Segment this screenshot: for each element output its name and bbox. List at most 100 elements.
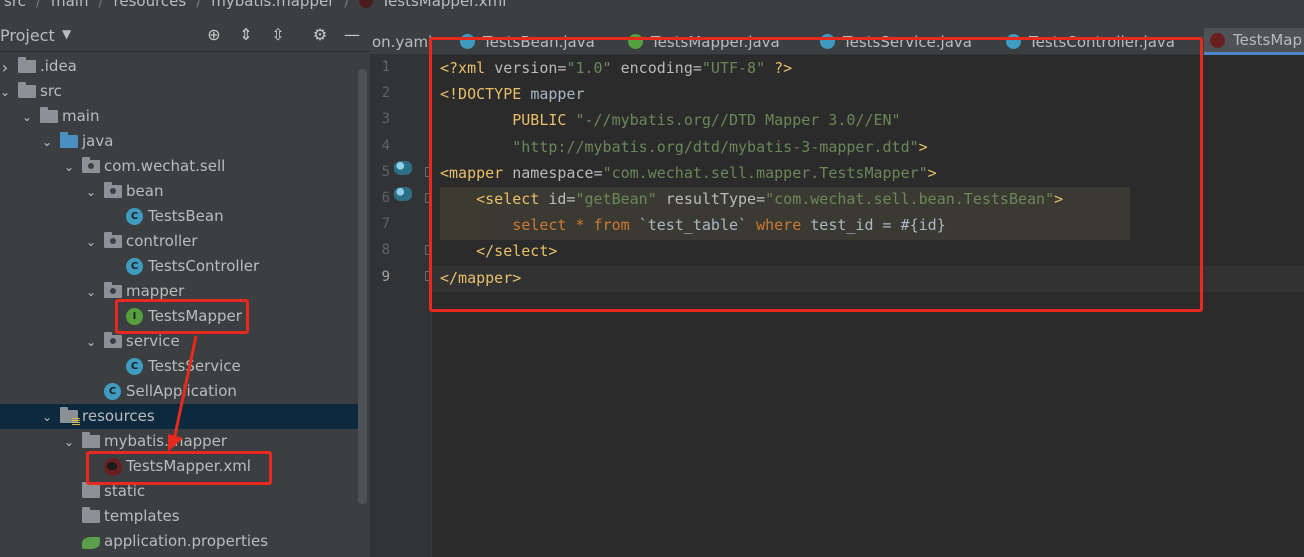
package-icon xyxy=(82,157,100,173)
tree-row-src[interactable]: ⌄ src xyxy=(0,79,360,104)
tree-row-testsbean[interactable]: C TestsBean xyxy=(0,204,360,229)
tree-item-label: src xyxy=(40,82,62,100)
chevron-down-icon[interactable]: ⌄ xyxy=(0,85,12,99)
tree-row-testsservice[interactable]: C TestsService xyxy=(0,354,360,379)
bean-gutter-icon[interactable] xyxy=(394,187,414,205)
chevron-down-icon[interactable]: ⌄ xyxy=(62,160,76,174)
breadcrumb-separator: / xyxy=(196,0,202,10)
chevron-down-icon[interactable]: ⌄ xyxy=(40,135,54,149)
chevron-down-icon[interactable]: ▼ xyxy=(62,27,71,41)
chevron-down-icon[interactable]: ⌄ xyxy=(84,235,98,249)
tree-row-controller[interactable]: ⌄ controller xyxy=(0,229,360,254)
breadcrumb-item[interactable]: main xyxy=(47,0,92,10)
tree-row-bean[interactable]: ⌄ bean xyxy=(0,179,360,204)
package-icon xyxy=(104,182,122,198)
resources-mark-icon xyxy=(72,418,80,425)
chevron-down-icon[interactable]: ⌄ xyxy=(20,110,34,124)
tree-item-label: application.properties xyxy=(104,532,269,550)
resources-folder-icon xyxy=(60,407,80,425)
chevron-right-icon[interactable]: › xyxy=(0,58,12,77)
tree-item-label: java xyxy=(82,132,114,150)
line-number: 3 xyxy=(381,111,390,128)
gear-icon[interactable]: ⚙ xyxy=(310,24,330,44)
tree-row-java[interactable]: ⌄ java xyxy=(0,129,360,154)
annotation-box-code xyxy=(429,37,1203,312)
annotation-box-mapper-interface xyxy=(115,299,249,334)
tree-item-label: TestsService xyxy=(148,357,241,375)
package-icon xyxy=(104,232,122,248)
folder-icon xyxy=(82,507,100,523)
package-dot-icon xyxy=(110,288,116,294)
line-number: 1 xyxy=(381,59,390,75)
folder-icon xyxy=(82,432,100,448)
breadcrumb-items: src / main / resources / mybatis.mapper / TestsM… xyxy=(0,0,510,10)
tab-testsmap[interactable]: TestsMap xyxy=(1204,28,1304,55)
tree-item-label: resources xyxy=(82,407,155,425)
breadcrumb-item[interactable]: mybatis.mapper xyxy=(207,0,338,10)
line-number: 4 xyxy=(381,137,390,154)
folder-icon xyxy=(82,482,100,498)
chevron-down-icon[interactable]: ⌄ xyxy=(84,285,98,299)
chevron-down-icon[interactable]: ⌄ xyxy=(40,410,54,424)
tree-row-application-properties[interactable]: application.properties xyxy=(0,529,360,554)
breadcrumb-item[interactable]: TestsMapper.xml xyxy=(377,0,510,10)
package-dot-icon xyxy=(88,163,94,169)
breadcrumb: src / main / resources / mybatis.mapper / TestsM… xyxy=(0,0,1304,14)
tree-row-main[interactable]: ⌄ main xyxy=(0,104,360,129)
folder-icon xyxy=(18,82,36,98)
package-dot-icon xyxy=(110,238,116,244)
tree-item-label: main xyxy=(62,107,100,125)
breadcrumb-separator: / xyxy=(344,0,350,10)
folder-icon xyxy=(40,107,58,123)
tree-item-label: SellApplication xyxy=(126,382,237,400)
tree-row-testscontroller[interactable]: C TestsController xyxy=(0,254,360,279)
bean-gutter-icon[interactable] xyxy=(394,161,414,179)
annotation-box-mapper-xml xyxy=(86,451,272,485)
tree-item-label: mybatis.mapper xyxy=(104,432,228,450)
tree-item-label: templates xyxy=(104,507,180,525)
package-dot-icon xyxy=(110,338,116,344)
tree-row-sellapplication[interactable]: C SellApplication xyxy=(0,379,360,404)
tree-row-resources[interactable]: ⌄ resources xyxy=(0,404,360,429)
xml-file-icon xyxy=(359,0,374,8)
package-icon xyxy=(104,332,122,348)
properties-file-icon xyxy=(82,537,100,549)
class-icon: C xyxy=(126,208,143,225)
hide-icon[interactable]: — xyxy=(342,24,362,44)
tree-item-label: com.wechat.sell xyxy=(104,157,226,175)
breadcrumb-separator: / xyxy=(98,0,104,10)
locate-icon[interactable]: ⊕ xyxy=(204,24,224,44)
tree-row--idea[interactable]: › .idea xyxy=(0,54,360,79)
class-icon: C xyxy=(126,258,143,275)
folder-icon xyxy=(60,132,78,148)
line-number: 2 xyxy=(381,85,390,102)
chevron-down-icon[interactable]: ⌄ xyxy=(84,335,98,349)
class-icon: C xyxy=(126,358,143,375)
package-dot-icon xyxy=(110,188,116,194)
collapse-all-icon[interactable]: ⇳ xyxy=(268,24,288,44)
breadcrumb-item[interactable]: src xyxy=(0,0,30,10)
tree-item-label: bean xyxy=(126,182,164,200)
tree-row-com-wechat-sell[interactable]: ⌄ com.wechat.sell xyxy=(0,154,360,179)
tab-label: on.yaml xyxy=(372,32,433,51)
package-icon xyxy=(104,282,122,298)
chevron-down-icon[interactable]: ⌄ xyxy=(62,435,76,449)
chevron-down-icon[interactable]: ⌄ xyxy=(84,185,98,199)
project-toolbar: Project ▼ ⊕ ⇕ ⇳ ⚙ — xyxy=(0,24,370,52)
tree-item-label: TestsController xyxy=(148,257,260,275)
tab-label: TestsMap xyxy=(1233,31,1303,49)
project-view-selector[interactable]: Project xyxy=(0,26,55,45)
expand-all-icon[interactable]: ⇕ xyxy=(236,24,256,44)
folder-icon xyxy=(18,57,36,73)
spring-class-icon: C xyxy=(104,383,121,400)
tree-item-label: .idea xyxy=(40,57,77,75)
tree-item-label: service xyxy=(126,332,180,350)
tree-item-label: mapper xyxy=(126,282,185,300)
breadcrumb-separator: / xyxy=(35,0,41,10)
tree-row-templates[interactable]: templates xyxy=(0,504,360,529)
editor-gutter: 1 2 3 4 5 6 7 8 9 xyxy=(370,55,434,557)
line-number: 9 xyxy=(381,268,390,285)
tree-scrollbar[interactable] xyxy=(358,69,367,504)
line-number: 7 xyxy=(381,216,390,233)
breadcrumb-item[interactable]: resources xyxy=(110,0,191,10)
